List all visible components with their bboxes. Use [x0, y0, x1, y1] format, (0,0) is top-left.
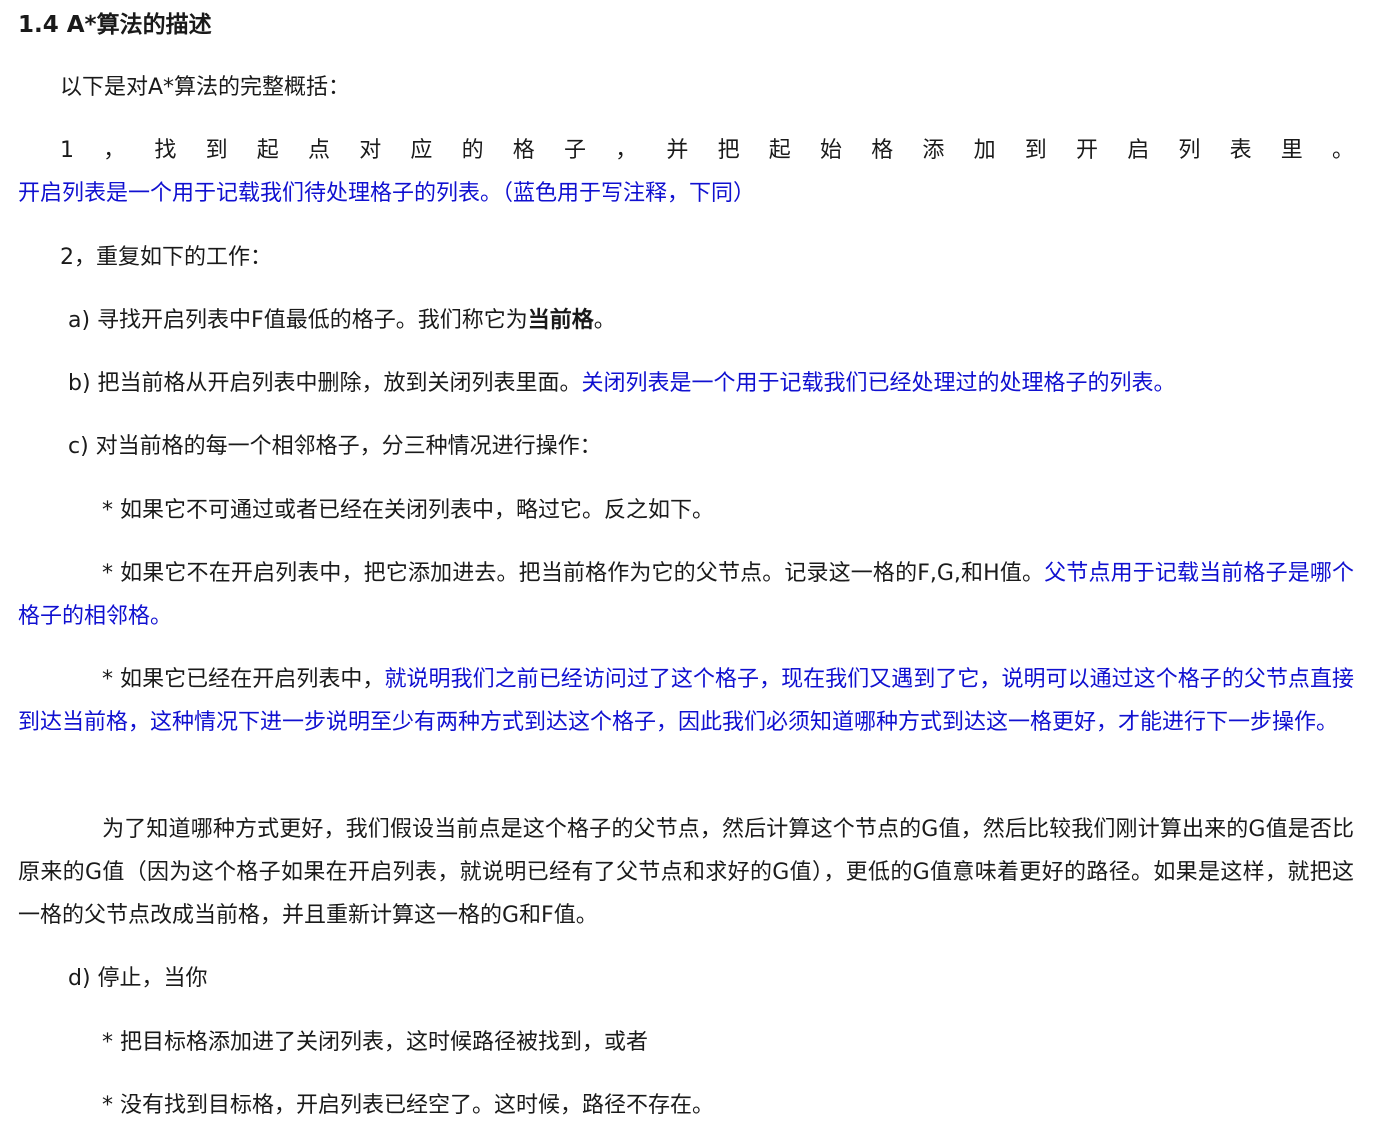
- c-case-2-text: * 如果它不在开启列表中，把它添加进去。把当前格作为它的父节点。记录这一格的F,…: [102, 561, 1045, 586]
- step-b-paragraph: b) 把当前格从开启列表中删除，放到关闭列表里面。关闭列表是一个用于记载我们已经…: [18, 362, 1354, 405]
- step-d-paragraph: d) 停止，当你: [18, 957, 1354, 1000]
- c-case-1-paragraph: * 如果它不可通过或者已经在关闭列表中，略过它。反之如下。: [18, 489, 1354, 532]
- c-case-3-detail-paragraph: 为了知道哪种方式更好，我们假设当前点是这个格子的父节点，然后计算这个节点的G值，…: [18, 808, 1354, 937]
- c-case-3-paragraph: * 如果它已经在开启列表中，就说明我们之前已经访问过了这个格子，现在我们又遇到了…: [18, 658, 1354, 744]
- step-b-text: b) 把当前格从开启列表中删除，放到关闭列表里面。: [68, 371, 582, 396]
- c-case-3-detail-text: 为了知道哪种方式更好，我们假设当前点是这个格子的父节点，然后计算这个节点的G值，…: [18, 817, 1354, 928]
- step-a-end: 。: [593, 308, 616, 333]
- step-1-annotation: 开启列表是一个用于记载我们待处理格子的列表。（蓝色用于写注释，下同）: [18, 181, 756, 206]
- step-a-bold-term: 当前格: [527, 308, 594, 333]
- section-heading: 1.4 A*算法的描述: [18, 12, 212, 38]
- step-a-paragraph: a) 寻找开启列表中F值最低的格子。我们称它为当前格。: [18, 299, 1354, 342]
- step-2-text: 2，重复如下的工作：: [60, 245, 272, 270]
- intro-paragraph: 以下是对A*算法的完整概括：: [18, 66, 1354, 109]
- intro-text: 以下是对A*算法的完整概括：: [60, 75, 351, 100]
- d-case-1-text: * 把目标格添加进了关闭列表，这时候路径被找到，或者: [102, 1030, 648, 1055]
- step-d-text: d) 停止，当你: [68, 966, 208, 991]
- d-case-2-paragraph: * 没有找到目标格，开启列表已经空了。这时候，路径不存在。: [18, 1084, 1354, 1127]
- step-1-paragraph: 1，找到起点对应的格子，并把起始格添加到开启列表里。开启列表是一个用于记载我们待…: [18, 129, 1354, 215]
- d-case-2-text: * 没有找到目标格，开启列表已经空了。这时候，路径不存在。: [102, 1093, 714, 1118]
- step-2-paragraph: 2，重复如下的工作：: [18, 236, 1354, 279]
- c-case-1-text: * 如果它不可通过或者已经在关闭列表中，略过它。反之如下。: [102, 498, 714, 523]
- step-1-text: 1，找到起点对应的格子，并把起始格添加到开启列表里。: [60, 138, 1354, 163]
- step-c-paragraph: c) 对当前格的每一个相邻格子，分三种情况进行操作：: [18, 425, 1354, 468]
- d-case-1-paragraph: * 把目标格添加进了关闭列表，这时候路径被找到，或者: [18, 1021, 1354, 1064]
- c-case-2-paragraph: * 如果它不在开启列表中，把它添加进去。把当前格作为它的父节点。记录这一格的F,…: [18, 552, 1354, 638]
- step-a-text: a) 寻找开启列表中F值最低的格子。我们称它为: [68, 308, 528, 333]
- document-page: 1.4 A*算法的描述 以下是对A*算法的完整概括： 1，找到起点对应的格子，并…: [0, 0, 1381, 1124]
- c-case-3-text: * 如果它已经在开启列表中，: [102, 667, 385, 692]
- step-c-text: c) 对当前格的每一个相邻格子，分三种情况进行操作：: [68, 434, 602, 459]
- step-b-annotation: 关闭列表是一个用于记载我们已经处理过的处理格子的列表。: [581, 371, 1176, 396]
